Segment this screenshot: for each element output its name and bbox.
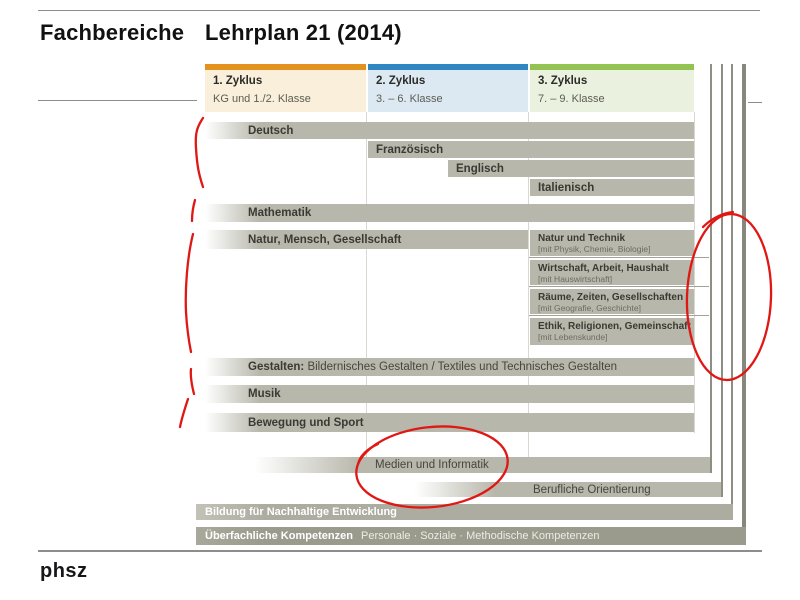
- subbar-wirtschaft-arbeit-haushalt-title: Wirtschaft, Arbeit, Haushalt: [538, 263, 669, 274]
- bar-mathematik-label: Mathematik: [248, 207, 312, 219]
- red-tick-mathematik: [190, 198, 197, 223]
- wrap-line-ueberfachlich: [741, 64, 746, 545]
- bar-nmg-label: Natur, Mensch, Gesellschaft: [248, 233, 402, 246]
- bar-musik: Musik: [205, 385, 694, 403]
- subbar-natur-und-technik: Natur und Technik [mit Physik, Chemie, B…: [530, 230, 694, 256]
- bar-bne: Bildung für Nachhaltige Entwicklung: [196, 504, 733, 520]
- bar-gestalten: Gestalten: Bildernisches Gestalten / Tex…: [205, 358, 694, 376]
- subbar-ethik-religionen-gemeinschaft-detail: [mit Lebenskunde]: [538, 332, 608, 342]
- subbar-raeume-zeiten-gesellschaften: Räume, Zeiten, Gesellschaften [mit Geogr…: [530, 289, 694, 314]
- cycle2-sublabel: 3. – 6. Klasse: [376, 93, 443, 105]
- red-tick-gestalten: [189, 367, 196, 396]
- red-tick-deutsch: [194, 116, 205, 189]
- subbar-divider-2: [529, 286, 709, 287]
- subbar-natur-und-technik-title: Natur und Technik: [538, 233, 626, 244]
- bar-englisch: Englisch: [448, 160, 694, 177]
- cycle2-label: 2. Zyklus: [376, 75, 426, 87]
- bar-italienisch: Italienisch: [530, 179, 694, 196]
- bar-berufliche-orientierung-label: Berufliche Orientierung: [533, 483, 651, 496]
- bar-franzoesisch: Französisch: [368, 141, 694, 158]
- subbar-raeume-zeiten-gesellschaften-title: Räume, Zeiten, Gesellschaften: [538, 292, 684, 303]
- bar-bewegung-und-sport-label: Bewegung und Sport: [248, 416, 364, 429]
- wrap-line-medien: [710, 64, 712, 473]
- wrap-line-berufliche: [720, 64, 723, 497]
- page-title-word2: Lehrplan 21 (2014): [205, 20, 402, 45]
- bar-franzoesisch-label: Französisch: [376, 143, 444, 156]
- cycle2-header: 2. Zyklus 3. – 6. Klasse: [368, 64, 528, 112]
- bar-bewegung-und-sport: Bewegung und Sport: [205, 413, 694, 432]
- red-circle-wrap-lines-tail: [701, 210, 735, 229]
- red-tick-nmg: [184, 232, 195, 354]
- column-separator-right: [694, 112, 695, 433]
- left-rule: [38, 100, 197, 101]
- bar-ueberfachliche-kompetenzen: Überfachliche Kompetenzen Personale · So…: [196, 527, 746, 545]
- bar-berufliche-orientierung: Berufliche Orientierung: [415, 482, 722, 497]
- subbar-divider-1: [529, 257, 709, 258]
- subbar-ethik-religionen-gemeinschaft-title: Ethik, Religionen, Gemeinschaft: [538, 321, 691, 332]
- bar-musik-label: Musik: [248, 388, 281, 400]
- top-rule: [38, 10, 760, 11]
- cycle1-label: 1. Zyklus: [213, 75, 263, 87]
- wrap-line-bne: [731, 64, 733, 520]
- bar-englisch-label: Englisch: [456, 162, 504, 175]
- cycle3-header: 3. Zyklus 7. – 9. Klasse: [530, 64, 694, 112]
- subbar-wirtschaft-arbeit-haushalt: Wirtschaft, Arbeit, Haushalt [mit Hauswi…: [530, 260, 694, 285]
- bar-deutsch: Deutsch: [205, 122, 694, 139]
- footer-rule: [38, 550, 762, 552]
- red-circle-wrap-lines: [685, 212, 773, 382]
- page-title-word1: Fachbereiche: [40, 20, 185, 45]
- bar-italienisch-label: Italienisch: [538, 181, 595, 194]
- phsz-logo: phsz: [40, 560, 88, 582]
- bar-medien-und-informatik-label: Medien und Informatik: [375, 459, 489, 471]
- red-tick-bewegung: [178, 397, 190, 429]
- slide-fachbereiche-lehrplan21: Fachbereiche Lehrplan 21 (2014) 1. Zyklu…: [0, 0, 800, 600]
- bar-bne-label: Bildung für Nachhaltige Entwicklung: [205, 506, 397, 518]
- subbar-raeume-zeiten-gesellschaften-detail: [mit Geografie, Geschichte]: [538, 303, 641, 313]
- bar-ueberfachliche-kompetenzen-detail: Personale · Soziale · Methodische Kompet…: [360, 530, 600, 542]
- bar-ueberfachliche-kompetenzen-label: Überfachliche Kompetenzen: [205, 530, 353, 542]
- column-separator-1: [366, 112, 367, 457]
- subbar-wirtschaft-arbeit-haushalt-detail: [mit Hauswirtschaft]: [538, 274, 613, 284]
- bar-deutsch-label: Deutsch: [248, 124, 294, 137]
- bar-mathematik: Mathematik: [205, 204, 694, 222]
- bar-gestalten-detail: Bildernisches Gestalten / Textiles und T…: [307, 361, 618, 373]
- cycle1-header: 1. Zyklus KG und 1./2. Klasse: [205, 64, 366, 112]
- subbar-ethik-religionen-gemeinschaft: Ethik, Religionen, Gemeinschaft [mit Leb…: [530, 318, 694, 345]
- bar-nmg: Natur, Mensch, Gesellschaft: [205, 230, 528, 249]
- cycle3-sublabel: 7. – 9. Klasse: [538, 93, 605, 105]
- subbar-divider-3: [529, 315, 709, 316]
- right-rule: [748, 102, 762, 103]
- cycle3-label: 3. Zyklus: [538, 75, 588, 87]
- subbar-natur-und-technik-detail: [mit Physik, Chemie, Biologie]: [538, 244, 651, 254]
- cycle1-sublabel: KG und 1./2. Klasse: [213, 93, 311, 105]
- bar-gestalten-label: Gestalten:: [248, 361, 305, 373]
- bar-medien-und-informatik: Medien und Informatik: [255, 457, 712, 473]
